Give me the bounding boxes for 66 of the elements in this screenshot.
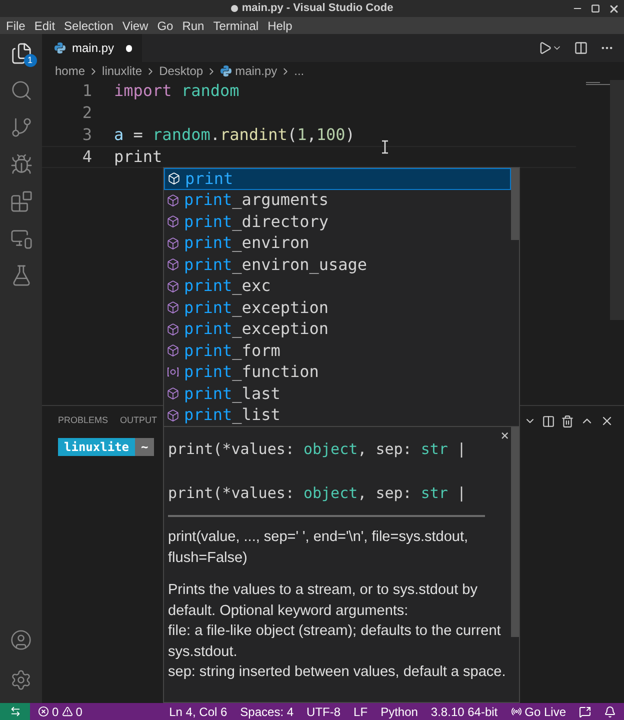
close-button[interactable]: ×	[500, 429, 509, 443]
suggestion-label: print_environ	[184, 232, 310, 254]
signature-line: print(*values: object, sep: str |	[168, 482, 468, 504]
suggestion-item[interactable]: print_function	[164, 362, 511, 383]
error-count[interactable]: 0	[52, 702, 59, 720]
line-number: 4	[81, 146, 92, 168]
suggestion-label: print_arguments	[184, 189, 328, 212]
suggestion-item[interactable]: print_exception	[164, 318, 511, 340]
breadcrumb-item[interactable]: home	[55, 62, 86, 80]
suggestion-item[interactable]: print_list	[164, 404, 511, 426]
panel-tab[interactable]: OUTPUT	[120, 414, 158, 428]
documentation-text: print(value, ..., sep=' ', end='\n', file=sys.stdout, flush=False)	[168, 528, 470, 568]
menu-item[interactable]: Go	[157, 16, 174, 34]
line-number: 3	[81, 124, 92, 146]
breadcrumb-item[interactable]: linuxlite	[102, 62, 142, 80]
prompt-directory: ~	[135, 438, 154, 456]
breadcrumb-item[interactable]: main.py	[235, 62, 278, 80]
suggestion-item[interactable]: print_environ_usage	[164, 254, 511, 276]
menu-item[interactable]: Selection	[64, 16, 114, 34]
menu-item[interactable]: View	[122, 16, 148, 34]
status-item[interactable]: Ln 4, Col 6	[169, 702, 228, 720]
suggestion-item[interactable]: print_environ	[164, 232, 511, 254]
code-line: import random	[114, 80, 240, 102]
warning-count[interactable]: 0	[76, 702, 82, 720]
status-item[interactable]: 3.8.10 64-bit	[430, 702, 498, 720]
breadcrumb-item[interactable]: Desktop	[159, 62, 204, 80]
line-number: 2	[81, 102, 92, 124]
line-number: 1	[81, 80, 92, 102]
suggestion-item[interactable]: print	[164, 168, 511, 190]
suggestion-label: print_last	[184, 382, 280, 405]
go-live-button[interactable]: Go Live	[524, 702, 566, 720]
suggestion-label: print_form	[184, 340, 280, 362]
suggestion-item[interactable]: print_exc	[164, 276, 511, 297]
suggestion-label: print_directory	[184, 210, 328, 233]
suggestion-label: print_environ_usage	[184, 254, 368, 276]
code-line: a = random.randint(1,100)	[114, 124, 355, 146]
menu-item[interactable]: Terminal	[213, 16, 259, 34]
menu-item[interactable]: Edit	[34, 16, 56, 34]
suggestion-item[interactable]: print_form	[164, 340, 511, 362]
notification-badge: 1	[24, 54, 36, 67]
suggestion-label: print	[185, 168, 234, 190]
status-item[interactable]: UTF-8	[306, 702, 341, 720]
panel-tab[interactable]: PROBLEMS	[58, 414, 108, 428]
breadcrumb-item[interactable]: ...	[294, 62, 304, 80]
suggestion-label: print_exception	[184, 296, 328, 319]
suggestion-item[interactable]: print_directory	[164, 211, 511, 232]
documentation-text: Prints the values to a stream, or to sys.stdout by default. Optional keyword arguments: file: a file-like object (stream); defaults to the current sys.stdout. sep: string inserted between values, default a space.	[168, 581, 507, 682]
suggestion-item[interactable]: print_arguments	[164, 190, 511, 211]
suggestion-label: print_exception	[184, 318, 328, 340]
status-item[interactable]: Spaces: 4	[240, 702, 294, 720]
suggestion-label: print_list	[184, 404, 280, 426]
editor-tab[interactable]: main.py	[42, 34, 142, 62]
menu-item[interactable]: File	[6, 16, 26, 34]
suggestion-label: print_function	[184, 361, 319, 384]
tab-label: main.py	[72, 40, 114, 57]
suggestion-item[interactable]: print_exception	[164, 297, 511, 318]
status-item[interactable]: Python	[380, 702, 418, 720]
prompt-user: linuxlite	[58, 438, 136, 456]
suggestion-item[interactable]: print_last	[164, 383, 511, 404]
window-title: main.py - Visual Studio Code	[242, 1, 394, 16]
suggestion-label: print_exc	[184, 275, 271, 298]
menu-item[interactable]: Help	[268, 16, 292, 34]
status-item[interactable]: LF	[354, 702, 368, 720]
menu-item[interactable]: Run	[182, 16, 204, 34]
signature-line: print(*values: object, sep: str |	[168, 438, 468, 460]
code-line: print	[114, 146, 162, 168]
